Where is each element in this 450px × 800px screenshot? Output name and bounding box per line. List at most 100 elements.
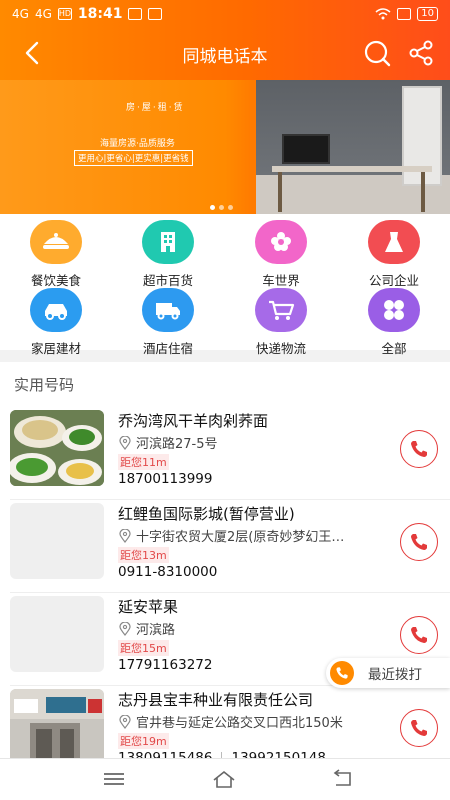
banner-line-3: 更用心|更省心|更实惠|更省钱 bbox=[74, 150, 193, 166]
category-label: 快递物流 bbox=[255, 341, 306, 356]
listing-phone: 0911-8310000 bbox=[118, 564, 217, 580]
signal-label-1: 4G bbox=[12, 7, 29, 21]
listing-address-text: 官井巷与延定公路交叉口西北150米 bbox=[136, 716, 343, 731]
phone-number[interactable]: 17791163272 bbox=[118, 657, 212, 673]
listing-address: 十字街农贸大厦2层(原奇妙梦幻王… bbox=[118, 526, 344, 545]
list-item[interactable]: 乔沟湾风干羊肉剁荞面 河滨路27-5号 距您11m 18700113999 bbox=[0, 410, 450, 503]
category-food[interactable]: 餐饮美食 bbox=[0, 220, 112, 289]
sim-icon bbox=[397, 8, 412, 20]
category-label: 餐饮美食 bbox=[30, 273, 81, 288]
share-icon[interactable] bbox=[406, 38, 436, 68]
call-button[interactable] bbox=[400, 430, 438, 468]
menu-icon[interactable] bbox=[102, 769, 126, 789]
mail-icon bbox=[128, 8, 143, 20]
category-home[interactable]: 家居建材 bbox=[0, 288, 112, 357]
status-time: 18:41 bbox=[77, 6, 123, 22]
page-title: 同城电话本 bbox=[182, 46, 268, 67]
listing-address-text: 十字街农贸大厦2层(原奇妙梦幻王… bbox=[136, 530, 345, 545]
listing-name: 红鲤鱼国际影城(暂停营业) bbox=[118, 505, 295, 523]
promo-banner[interactable]: 房·屋·租·赁 海量房源·品质服务 更用心|更省心|更实惠|更省钱 bbox=[0, 80, 450, 214]
phone-icon bbox=[330, 661, 354, 685]
food-icon bbox=[30, 220, 82, 264]
divider bbox=[10, 592, 450, 593]
location-icon bbox=[119, 714, 131, 729]
status-bar: 4G 4G HD 18:41 10 bbox=[0, 0, 450, 28]
phone-icon bbox=[411, 534, 427, 550]
home-icon[interactable] bbox=[212, 769, 236, 789]
listing-name: 乔沟湾风干羊肉剁荞面 bbox=[118, 412, 269, 430]
nav-bar: 同城电话本 bbox=[0, 28, 450, 80]
distance-badge: 距您15m bbox=[118, 640, 169, 656]
cart-icon bbox=[255, 288, 307, 332]
system-nav-bar bbox=[0, 758, 450, 800]
store-icon bbox=[142, 220, 194, 264]
category-logistics[interactable]: 快递物流 bbox=[225, 288, 337, 357]
banner-dots bbox=[210, 205, 233, 210]
listing-phone: 18700113999 bbox=[118, 471, 212, 487]
category-label: 家居建材 bbox=[30, 341, 81, 356]
list-item[interactable]: 红鲤鱼国际影城(暂停营业) 十字街农贸大厦2层(原奇妙梦幻王… 距您13m 09… bbox=[0, 503, 450, 596]
location-icon bbox=[119, 528, 131, 543]
listing-thumbnail bbox=[10, 689, 104, 765]
distance-badge: 距您11m bbox=[118, 454, 169, 470]
banner-dot[interactable] bbox=[219, 205, 224, 210]
call-button[interactable] bbox=[400, 709, 438, 747]
app-header: 4G 4G HD 18:41 10 同城电话本 bbox=[0, 0, 450, 80]
location-icon bbox=[119, 621, 131, 636]
category-store[interactable]: 超市百货 bbox=[112, 220, 224, 289]
location-icon bbox=[119, 435, 131, 450]
phone-icon bbox=[411, 720, 427, 736]
phone-number[interactable]: 18700113999 bbox=[118, 471, 212, 487]
listing-thumbnail bbox=[10, 410, 104, 486]
recent-calls-button[interactable]: 最近拨打 bbox=[326, 658, 450, 688]
category-hotel[interactable]: 酒店住宿 bbox=[112, 288, 224, 357]
category-label: 全部 bbox=[381, 341, 407, 356]
listing-address-text: 河滨路27-5号 bbox=[136, 437, 218, 452]
distance-badge: 距您19m bbox=[118, 733, 169, 749]
banner-line-2: 海量房源·品质服务 bbox=[100, 139, 175, 149]
banner-dot[interactable] bbox=[228, 205, 233, 210]
section-title: 实用号码 bbox=[14, 376, 75, 394]
banner-dot[interactable] bbox=[210, 205, 215, 210]
call-button[interactable] bbox=[400, 616, 438, 654]
battery-icon: 10 bbox=[417, 7, 438, 21]
phone-icon bbox=[411, 627, 427, 643]
divider bbox=[10, 499, 450, 500]
hd-icon: HD bbox=[57, 8, 72, 20]
listing-name: 志丹县宝丰种业有限责任公司 bbox=[118, 691, 314, 709]
category-company[interactable]: 公司企业 bbox=[338, 220, 450, 289]
listing-address: 河滨路27-5号 bbox=[118, 433, 218, 452]
listing-name: 延安苹果 bbox=[118, 598, 179, 616]
back-icon[interactable] bbox=[18, 38, 48, 68]
car-icon bbox=[30, 288, 82, 332]
category-label: 超市百货 bbox=[142, 273, 193, 288]
category-all[interactable]: 全部 bbox=[338, 288, 450, 357]
phone-number[interactable]: 0911-8310000 bbox=[118, 564, 217, 580]
listing-address-text: 河滨路 bbox=[136, 623, 176, 638]
wifi-icon bbox=[375, 8, 391, 20]
listing-address: 官井巷与延定公路交叉口西北150米 bbox=[118, 712, 343, 731]
useful-numbers-section: 实用号码 乔沟湾风干羊肉剁荞面 河滨路27-5号 距您11m 187001139… bbox=[0, 362, 450, 800]
listing-thumbnail bbox=[10, 503, 104, 579]
category-grid: 餐饮美食 超市百货 车世界 公司企业 家居建材 酒店住宿 快递物流 全部 bbox=[0, 214, 450, 356]
phone-icon bbox=[411, 441, 427, 457]
category-label: 公司企业 bbox=[368, 273, 419, 288]
flower-icon bbox=[255, 220, 307, 264]
back-nav-icon[interactable] bbox=[330, 769, 354, 789]
banner-room-image bbox=[256, 80, 450, 214]
category-car-world[interactable]: 车世界 bbox=[225, 220, 337, 289]
notification-icon bbox=[148, 8, 163, 20]
listing-address: 河滨路 bbox=[118, 619, 175, 638]
grid-icon bbox=[368, 288, 420, 332]
truck-icon bbox=[142, 288, 194, 332]
listing-thumbnail bbox=[10, 596, 104, 672]
dress-icon bbox=[368, 220, 420, 264]
signal-label-2: 4G bbox=[34, 7, 52, 21]
call-button[interactable] bbox=[400, 523, 438, 561]
category-label: 酒店住宿 bbox=[142, 341, 193, 356]
recent-calls-label: 最近拨打 bbox=[368, 667, 422, 683]
category-label: 车世界 bbox=[262, 273, 300, 288]
banner-line-1: 房·屋·租·赁 bbox=[126, 103, 185, 113]
listing-phone: 17791163272 bbox=[118, 657, 212, 673]
search-icon[interactable] bbox=[362, 38, 392, 68]
